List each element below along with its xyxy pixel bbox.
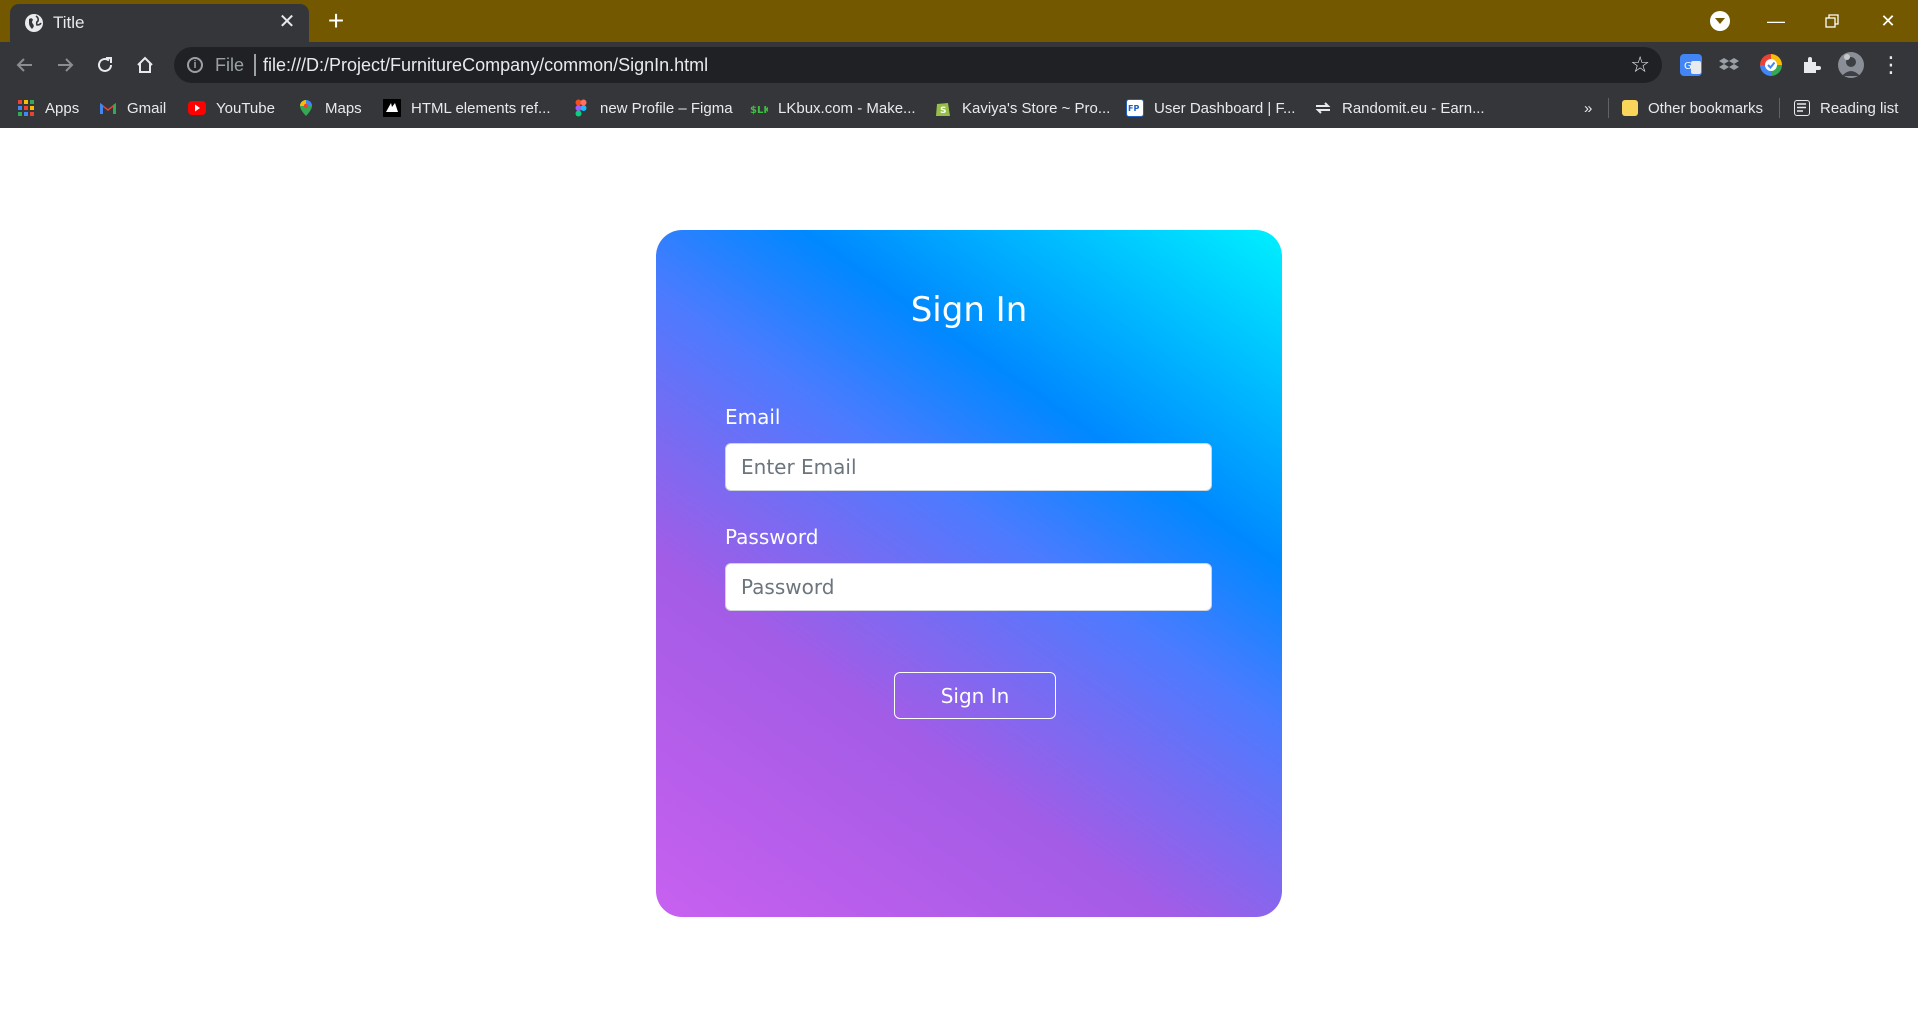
bookmark-randomit[interactable]: Randomit.eu - Earn...: [1314, 88, 1485, 128]
profile-avatar[interactable]: [1838, 52, 1864, 78]
bookmark-star-icon[interactable]: ☆: [1630, 53, 1650, 77]
tab-close-icon[interactable]: ✕: [277, 12, 297, 32]
reading-list-icon: [1794, 100, 1810, 116]
bookmark-label: Gmail: [127, 99, 167, 117]
back-arrow-icon[interactable]: [10, 50, 40, 80]
shopify-icon: S: [934, 99, 952, 117]
dropbox-icon[interactable]: [1718, 54, 1740, 76]
svg-text:G: G: [1684, 61, 1692, 72]
bookmarks-divider: [1779, 98, 1780, 118]
mdn-icon: [383, 99, 401, 117]
lkbux-icon: $LK: [750, 99, 772, 117]
figma-icon: [572, 99, 590, 117]
globe-icon: [25, 14, 43, 32]
reload-icon[interactable]: [90, 50, 120, 80]
svg-text:S: S: [940, 106, 946, 116]
svg-text:FP: FP: [1128, 104, 1139, 113]
url-scheme: File: [215, 55, 245, 75]
bookmark-kaviyas-store[interactable]: S Kaviya's Store ~ Pro...: [934, 88, 1110, 128]
svg-text:$LK: $LK: [750, 105, 768, 116]
new-tab-button[interactable]: +: [324, 7, 348, 35]
signin-card: Sign In Email Password Sign In: [656, 230, 1282, 917]
bookmark-label: Kaviya's Store ~ Pro...: [962, 99, 1111, 117]
bookmark-label: new Profile – Figma: [600, 99, 733, 117]
bookmark-label: User Dashboard | F...: [1154, 99, 1296, 117]
bookmark-lkbux[interactable]: $LK LKbux.com - Make...: [750, 88, 916, 128]
browser-tab-strip: Title ✕ + — ✕: [0, 0, 1918, 42]
bookmark-label: Apps: [45, 99, 80, 117]
browser-tab[interactable]: Title ✕: [10, 4, 309, 42]
extensions-puzzle-icon[interactable]: [1800, 54, 1822, 76]
bookmark-label: Maps: [325, 99, 362, 117]
home-icon[interactable]: [130, 50, 160, 80]
bookmark-apps[interactable]: Apps: [17, 88, 79, 128]
bookmark-user-dashboard[interactable]: FP User Dashboard | F...: [1126, 88, 1295, 128]
randomit-icon: [1314, 99, 1332, 117]
bookmarks-divider: [1608, 98, 1609, 118]
tab-title: Title: [53, 13, 85, 32]
maps-icon: [297, 99, 315, 117]
forward-arrow-icon[interactable]: [50, 50, 80, 80]
bookmarks-overflow-button[interactable]: »: [1584, 88, 1592, 128]
folder-icon: [1622, 100, 1638, 116]
tab-search-icon[interactable]: [1710, 11, 1730, 31]
signin-button[interactable]: Sign In: [894, 672, 1056, 719]
bookmark-youtube[interactable]: YouTube: [188, 88, 275, 128]
bookmark-label: YouTube: [216, 99, 275, 117]
close-window-icon[interactable]: ✕: [1871, 6, 1905, 36]
extension-color-icon[interactable]: [1760, 54, 1782, 76]
site-info-icon[interactable]: i: [187, 57, 203, 73]
bookmarks-bar: Apps Gmail YouTube Maps HTML elements re…: [0, 88, 1918, 128]
restore-window-icon[interactable]: [1815, 6, 1849, 36]
bookmark-figma[interactable]: new Profile – Figma: [572, 88, 733, 128]
fp-icon: FP: [1126, 99, 1144, 117]
password-field[interactable]: [725, 563, 1212, 611]
url-divider: [254, 54, 256, 76]
page-viewport: Sign In Email Password Sign In: [0, 128, 1918, 1028]
bookmark-label: Randomit.eu - Earn...: [1342, 99, 1485, 117]
bookmark-label: LKbux.com - Make...: [778, 99, 916, 117]
bookmark-other-bookmarks[interactable]: Other bookmarks: [1622, 88, 1763, 128]
email-label: Email: [725, 405, 781, 429]
apps-grid-icon: [17, 99, 35, 117]
bookmark-label: Other bookmarks: [1648, 99, 1764, 117]
password-label: Password: [725, 525, 819, 549]
overflow-chevron: »: [1584, 99, 1593, 117]
bookmark-gmail[interactable]: Gmail: [99, 88, 166, 128]
youtube-icon: [188, 101, 206, 115]
google-translate-icon[interactable]: G: [1680, 54, 1702, 76]
reading-list-button[interactable]: Reading list: [1794, 88, 1898, 128]
bookmark-label: HTML elements ref...: [411, 99, 551, 117]
bookmark-label: Reading list: [1820, 99, 1899, 117]
url-text[interactable]: file:///D:/Project/FurnitureCompany/comm…: [263, 55, 708, 75]
minimize-window-icon[interactable]: —: [1759, 6, 1793, 36]
email-field[interactable]: [725, 443, 1212, 491]
address-bar[interactable]: i File file:///D:/Project/FurnitureCompa…: [174, 47, 1662, 83]
gmail-icon: [99, 99, 117, 117]
signin-title: Sign In: [910, 290, 1028, 330]
browser-menu-icon[interactable]: ⋮: [1876, 50, 1906, 80]
bookmark-maps[interactable]: Maps: [297, 88, 362, 128]
bookmark-html-elements[interactable]: HTML elements ref...: [383, 88, 550, 128]
browser-toolbar: i File file:///D:/Project/FurnitureCompa…: [0, 42, 1918, 88]
